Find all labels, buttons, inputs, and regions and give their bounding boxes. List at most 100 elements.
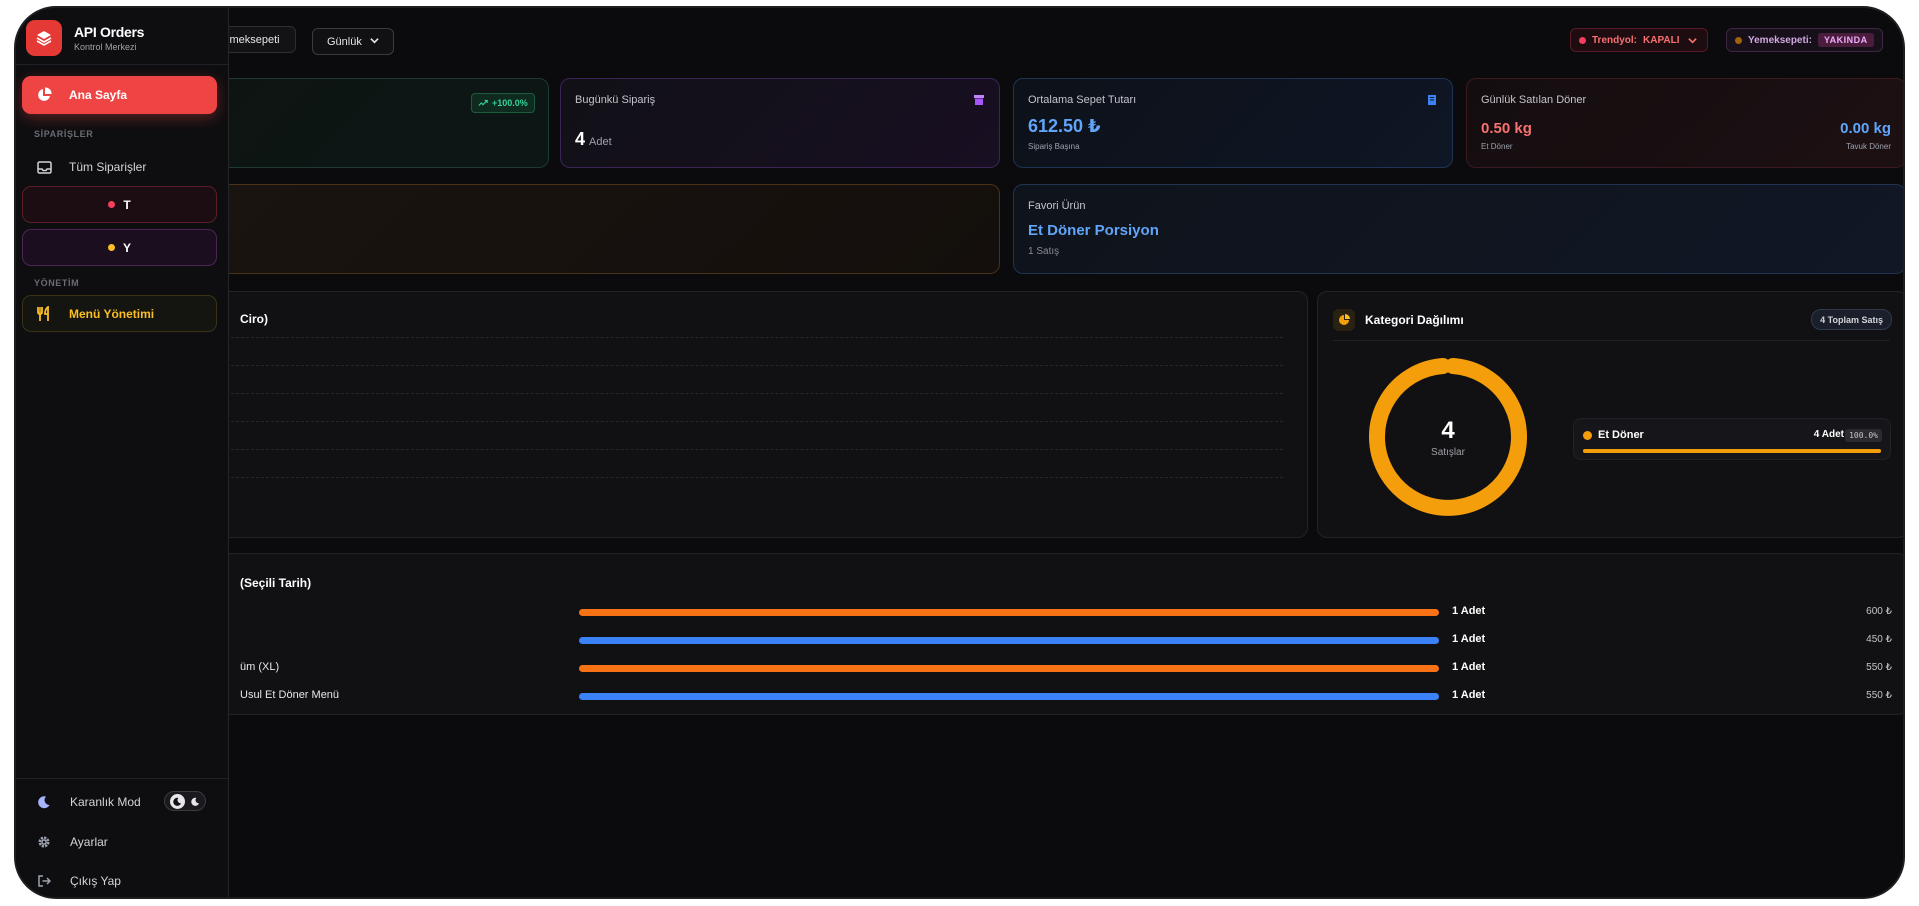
- favorite-product-card: Favori Ürün Et Döner Porsiyon 1 Satış: [1013, 184, 1903, 274]
- status-dot: [1579, 36, 1586, 44]
- utensils-icon: [37, 305, 53, 322]
- trendyol-status-label: Trendyol:: [1592, 34, 1638, 46]
- product-price: 550 ₺: [1866, 662, 1892, 673]
- dark-mode-label: Karanlık Mod: [70, 795, 141, 809]
- product-bar: [579, 693, 1439, 700]
- product-qty: 1 Adet: [1452, 633, 1486, 645]
- tavuk-doner-value: 0.00 kg: [1840, 120, 1891, 137]
- receipt-icon: [1426, 93, 1438, 105]
- status-dot: [108, 201, 116, 208]
- moon-icon: [36, 794, 52, 810]
- trendyol-status[interactable]: Trendyol: KAPALI: [1570, 28, 1708, 52]
- legend-dot: [1583, 431, 1592, 440]
- legend-count: 4 Adet: [1813, 429, 1844, 440]
- brand-title: API Orders: [74, 24, 145, 40]
- revenue-chart-panel: Ciro): [176, 291, 1308, 538]
- product-qty: 1 Adet: [1452, 689, 1486, 701]
- box-icon: [973, 93, 985, 105]
- product-qty: 1 Adet: [1452, 605, 1486, 617]
- nav-all-orders[interactable]: Tüm Siparişler: [22, 150, 217, 184]
- nav-trendyol-label: T: [123, 197, 131, 212]
- product-row: 1 Adet 450 ₺: [177, 631, 1903, 651]
- nav-yemeksepeti-label: Y: [122, 240, 131, 255]
- product-price: 600 ₺: [1866, 606, 1892, 617]
- nav-logout-label: Çıkış Yap: [70, 874, 121, 888]
- status-dot: [107, 244, 115, 251]
- app-window: Yemeksepeti Günlük Trendyol: KAPALI Yeme…: [14, 6, 1905, 899]
- section-label-management: YÖNETİM: [34, 278, 80, 288]
- period-select-value: Günlük: [327, 35, 362, 48]
- avg-basket-card: Ortalama Sepet Tutarı 612.50 ₺ Sipariş B…: [1013, 78, 1453, 168]
- category-title: Kategori Dağılımı: [1365, 313, 1464, 327]
- logout-icon: [36, 873, 52, 889]
- yemeksepeti-status: Yemeksepeti: YAKINDA: [1726, 28, 1883, 52]
- nav-menu-label: Menü Yönetimi: [69, 306, 155, 321]
- product-name: üm (XL): [240, 661, 280, 673]
- today-orders-value: 4 Adet: [575, 129, 612, 149]
- product-bar: [579, 665, 1439, 672]
- nav-home-label: Ana Sayfa: [69, 88, 128, 102]
- daily-doner-card: Günlük Satılan Döner 0.50 kg Et Döner 0.…: [1466, 78, 1903, 168]
- top-product-card: on: [176, 184, 1000, 274]
- inbox-icon: [36, 159, 52, 175]
- et-doner-label: Et Döner: [1481, 142, 1513, 151]
- gear-icon: [36, 834, 52, 850]
- product-bar: [579, 637, 1439, 644]
- total-sales-badge: 4 Toplam Satış: [1811, 309, 1892, 330]
- nav-all-orders-label: Tüm Siparişler: [69, 160, 147, 174]
- product-bar: [579, 609, 1439, 616]
- tavuk-doner-label: Tavuk Döner: [1846, 142, 1891, 151]
- brand-subtitle: Kontrol Merkezi: [74, 42, 137, 52]
- trend-value: +100.0%: [492, 98, 528, 108]
- legend-percent: 100.0%: [1845, 429, 1882, 442]
- et-doner-value: 0.50 kg: [1481, 120, 1532, 137]
- product-name: Usul Et Döner Menü: [240, 689, 340, 701]
- favorite-product-sub: 1 Satış: [1028, 246, 1060, 257]
- nav-menu-management[interactable]: Menü Yönetimi: [22, 295, 217, 332]
- dark-mode-toggle[interactable]: [164, 791, 206, 811]
- product-row: 1 Adet 600 ₺: [177, 603, 1903, 623]
- divider: [16, 778, 228, 779]
- legend-bar: [1583, 449, 1881, 453]
- divider: [1333, 340, 1890, 341]
- gridline: [201, 365, 1283, 366]
- nav-home[interactable]: Ana Sayfa: [22, 76, 217, 114]
- product-qty: 1 Adet: [1452, 661, 1486, 673]
- today-orders-title: Bugünkü Sipariş: [575, 94, 656, 106]
- divider: [16, 64, 228, 65]
- revenue-card: +100.0%: [176, 78, 549, 168]
- trendyol-status-value: KAPALI: [1643, 34, 1680, 46]
- category-legend-item: Et Döner 4 Adet 100.0%: [1573, 418, 1891, 460]
- donut-center: 4 Satışlar: [1365, 354, 1531, 520]
- daily-doner-title: Günlük Satılan Döner: [1481, 94, 1587, 106]
- favorite-product-title: Favori Ürün: [1028, 200, 1086, 212]
- avg-basket-value: 612.50 ₺: [1028, 116, 1101, 136]
- avg-basket-title: Ortalama Sepet Tutarı: [1028, 94, 1137, 106]
- top-products-title: (Seçili Tarih): [240, 576, 312, 590]
- chevron-down-icon: [1687, 36, 1697, 45]
- revenue-chart-title: Ciro): [240, 312, 268, 326]
- product-price: 450 ₺: [1866, 634, 1892, 645]
- nav-yemeksepeti-orders[interactable]: Y: [22, 229, 217, 266]
- top-products-panel: (Seçili Tarih) 1 Adet 600 ₺ 1 Adet 450 ₺…: [176, 553, 1903, 715]
- gridline: [201, 449, 1283, 450]
- period-select[interactable]: Günlük: [312, 28, 394, 55]
- nav-logout[interactable]: Çıkış Yap: [36, 873, 121, 889]
- pie-chart-icon: [36, 87, 52, 103]
- nav-trendyol-orders[interactable]: T: [22, 186, 217, 223]
- legend-name: Et Döner: [1598, 429, 1644, 441]
- toggle-knob: [170, 793, 185, 809]
- gridline: [201, 337, 1283, 338]
- sidebar: API Orders Kontrol Merkezi Ana Sayfa SİP…: [16, 8, 229, 897]
- nav-settings-label: Ayarlar: [70, 835, 108, 849]
- moon-icon: [191, 797, 200, 806]
- today-orders-card: Bugünkü Sipariş 4 Adet: [560, 78, 1000, 168]
- trend-up-icon: [478, 99, 488, 106]
- nav-settings[interactable]: Ayarlar: [36, 834, 108, 850]
- product-row: Usul Et Döner Menü 1 Adet 550 ₺: [177, 687, 1903, 707]
- donut-center-value: 4: [1441, 416, 1455, 444]
- chevron-down-icon: [370, 36, 379, 48]
- layers-logo-icon: [26, 20, 62, 56]
- brand[interactable]: API Orders Kontrol Merkezi: [26, 20, 144, 56]
- section-label-orders: SİPARİŞLER: [34, 129, 94, 139]
